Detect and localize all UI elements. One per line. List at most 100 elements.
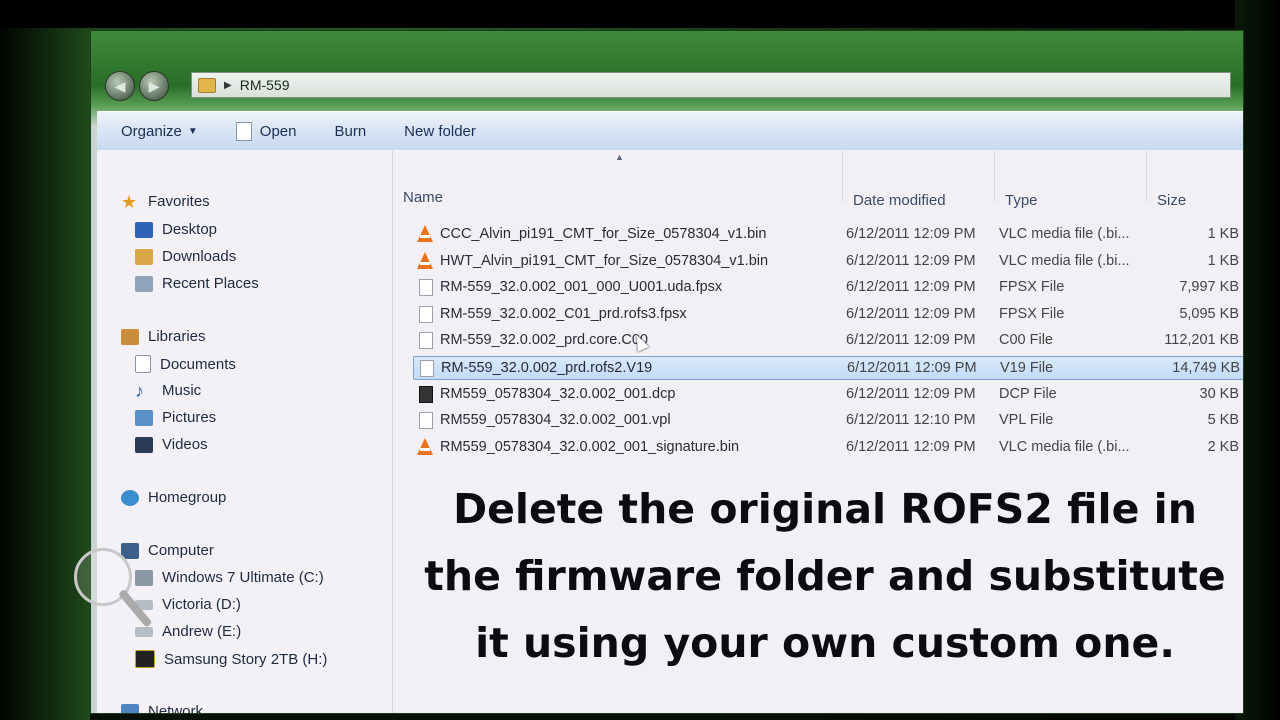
nav-computer-label: Computer: [148, 542, 214, 559]
back-button[interactable]: ◀: [105, 71, 135, 101]
burn-label: Burn: [334, 122, 367, 140]
nav-videos[interactable]: Videos: [135, 436, 208, 453]
nav-computer[interactable]: Computer: [121, 542, 214, 559]
file-type: VLC media file (.bi...: [999, 226, 1130, 242]
vlc-icon: [417, 437, 433, 455]
forward-button[interactable]: ▶: [139, 71, 169, 101]
nav-desktop-label: Desktop: [162, 221, 218, 238]
downloads-icon: [135, 248, 153, 265]
nav-drive-c[interactable]: Windows 7 Ultimate (C:): [135, 569, 324, 586]
file-date: 6/12/2011 12:09 PM: [846, 438, 976, 455]
column-size-label: Size: [1157, 192, 1187, 209]
monitor-bezel-top: [0, 0, 1280, 28]
nav-libraries[interactable]: Libraries: [121, 328, 206, 345]
file-type: VPL File: [999, 412, 1054, 429]
nav-documents[interactable]: Documents: [135, 355, 236, 373]
libraries-icon: [121, 328, 139, 345]
new-folder-button[interactable]: New folder: [404, 123, 476, 140]
nav-music[interactable]: ♪ Music: [135, 382, 202, 400]
file-date: 6/12/2011 12:10 PM: [846, 412, 976, 429]
file-date: 6/12/2011 12:09 PM: [846, 332, 976, 349]
nav-desktop[interactable]: Desktop: [135, 221, 217, 238]
file-date: 6/12/2011 12:09 PM: [846, 279, 976, 296]
file-type: V19 File: [1000, 360, 1054, 376]
network-icon: [121, 703, 139, 713]
file-size: 7,997 KB: [1179, 279, 1239, 296]
file-name: HWT_Alvin_pi191_CMT_for_Size_0578304_v1.…: [440, 252, 769, 269]
column-header-date[interactable]: Date modified: [843, 150, 995, 209]
nav-drive-d[interactable]: Victoria (D:): [135, 596, 241, 613]
nav-network[interactable]: Network: [121, 703, 204, 714]
file-type: VLC media file (.bi...: [999, 438, 1130, 455]
videos-icon: [135, 436, 153, 453]
recent-places-icon: [135, 275, 153, 292]
organize-button[interactable]: Organize ▼: [121, 123, 198, 140]
file-icon: [419, 412, 433, 430]
file-size: 1 KB: [1207, 226, 1239, 242]
file-size: 5 KB: [1207, 412, 1239, 429]
file-icon: [419, 279, 433, 297]
column-date-label: Date modified: [853, 192, 946, 209]
file-name: RM559_0578304_32.0.002_001_signature.bin: [440, 438, 740, 455]
nav-pictures[interactable]: Pictures: [135, 409, 216, 426]
nav-libraries-label: Libraries: [148, 328, 206, 345]
drive-icon: [135, 626, 153, 637]
file-name: RM559_0578304_32.0.002_001.vpl: [440, 412, 671, 429]
nav-drive-e[interactable]: Andrew (E:): [135, 623, 241, 640]
file-name: RM-559_32.0.002_prd.rofs2.V19: [441, 360, 653, 376]
file-size: 1 KB: [1207, 252, 1239, 269]
file-name: RM-559_32.0.002_C01_prd.rofs3.fpsx: [440, 305, 687, 322]
file-row[interactable]: RM559_0578304_32.0.002_001.dcp 6/12/2011 …: [413, 383, 1243, 407]
file-size: 30 KB: [1199, 385, 1240, 402]
caption-line-3: it using your own custom one.: [475, 619, 1175, 667]
file-row[interactable]: CCC_Alvin_pi191_CMT_for_Size_0578304_v1.…: [413, 223, 1243, 247]
address-row: ◀ ▶ ▶ RM-559: [91, 67, 1243, 105]
burn-button[interactable]: Burn: [334, 123, 366, 140]
nav-favorites[interactable]: ★ Favorites: [121, 193, 210, 211]
breadcrumb-folder[interactable]: RM-559: [240, 77, 290, 93]
file-row[interactable]: RM-559_32.0.002_001_000_U001.uda.fpsx 6/1…: [413, 276, 1243, 300]
file-size: 2 KB: [1207, 438, 1239, 455]
chevron-down-icon: ▼: [187, 125, 198, 137]
column-header-type[interactable]: Type: [995, 150, 1147, 209]
open-button[interactable]: Open: [235, 121, 297, 141]
nav-network-label: Network: [148, 703, 204, 714]
file-date: 6/12/2011 12:09 PM: [846, 305, 976, 322]
homegroup-icon: [121, 489, 139, 506]
column-header-size[interactable]: Size: [1147, 150, 1243, 209]
organize-label: Organize: [121, 122, 182, 140]
nav-music-label: Music: [162, 382, 202, 399]
file-row[interactable]: RM-559_32.0.002_prd.core.C00 6/12/2011 12…: [413, 329, 1243, 353]
navigation-pane[interactable]: ★ Favorites Desktop Downloads Recent Pla…: [97, 150, 393, 713]
file-date: 6/12/2011 12:09 PM: [846, 385, 976, 402]
file-type: FPSX File: [999, 305, 1065, 322]
open-label: Open: [259, 122, 297, 140]
desktop-icon: [135, 221, 153, 238]
file-row[interactable]: RM-559_32.0.002_C01_prd.rofs3.fpsx 6/12/2…: [413, 303, 1243, 327]
caption-line-1: Delete the original ROFS2 file in: [453, 485, 1197, 533]
folder-icon: [198, 77, 216, 93]
file-name: CCC_Alvin_pi191_CMT_for_Size_0578304_v1.…: [440, 226, 767, 242]
file-row[interactable]: RM559_0578304_32.0.002_001.vpl 6/12/2011 …: [413, 409, 1243, 433]
address-bar[interactable]: ▶ RM-559: [191, 72, 1231, 98]
nav-drive-e-label: Andrew (E:): [162, 623, 242, 640]
nav-downloads[interactable]: Downloads: [135, 248, 236, 265]
nav-recent-places[interactable]: Recent Places: [135, 275, 259, 292]
nav-downloads-label: Downloads: [162, 248, 237, 265]
instruction-caption: Delete the original ROFS2 file in the fi…: [400, 476, 1250, 677]
file-row[interactable]: RM-559_32.0.002_prd.rofs2.V19 6/12/2011 1…: [413, 356, 1243, 380]
file-row[interactable]: RM559_0578304_32.0.002_001_signature.bin…: [413, 436, 1243, 460]
file-date: 6/12/2011 12:09 PM: [846, 226, 976, 242]
nav-homegroup[interactable]: Homegroup: [121, 489, 226, 506]
file-type: DCP File: [999, 385, 1057, 402]
file-size: 112,201 KB: [1164, 332, 1239, 349]
external-drive-icon: [135, 650, 155, 668]
column-header-name[interactable]: ▲ Name: [393, 150, 843, 206]
file-name: RM-559_32.0.002_prd.core.C00: [440, 332, 648, 349]
nav-drive-h[interactable]: Samsung Story 2TB (H:): [135, 650, 327, 668]
nav-videos-label: Videos: [162, 436, 208, 453]
breadcrumb-arrow-icon[interactable]: ▶: [224, 80, 232, 91]
document-icon: [235, 121, 252, 141]
file-row[interactable]: HWT_Alvin_pi191_CMT_for_Size_0578304_v1.…: [413, 250, 1243, 274]
caption-line-2: the firmware folder and substitute: [424, 552, 1226, 600]
